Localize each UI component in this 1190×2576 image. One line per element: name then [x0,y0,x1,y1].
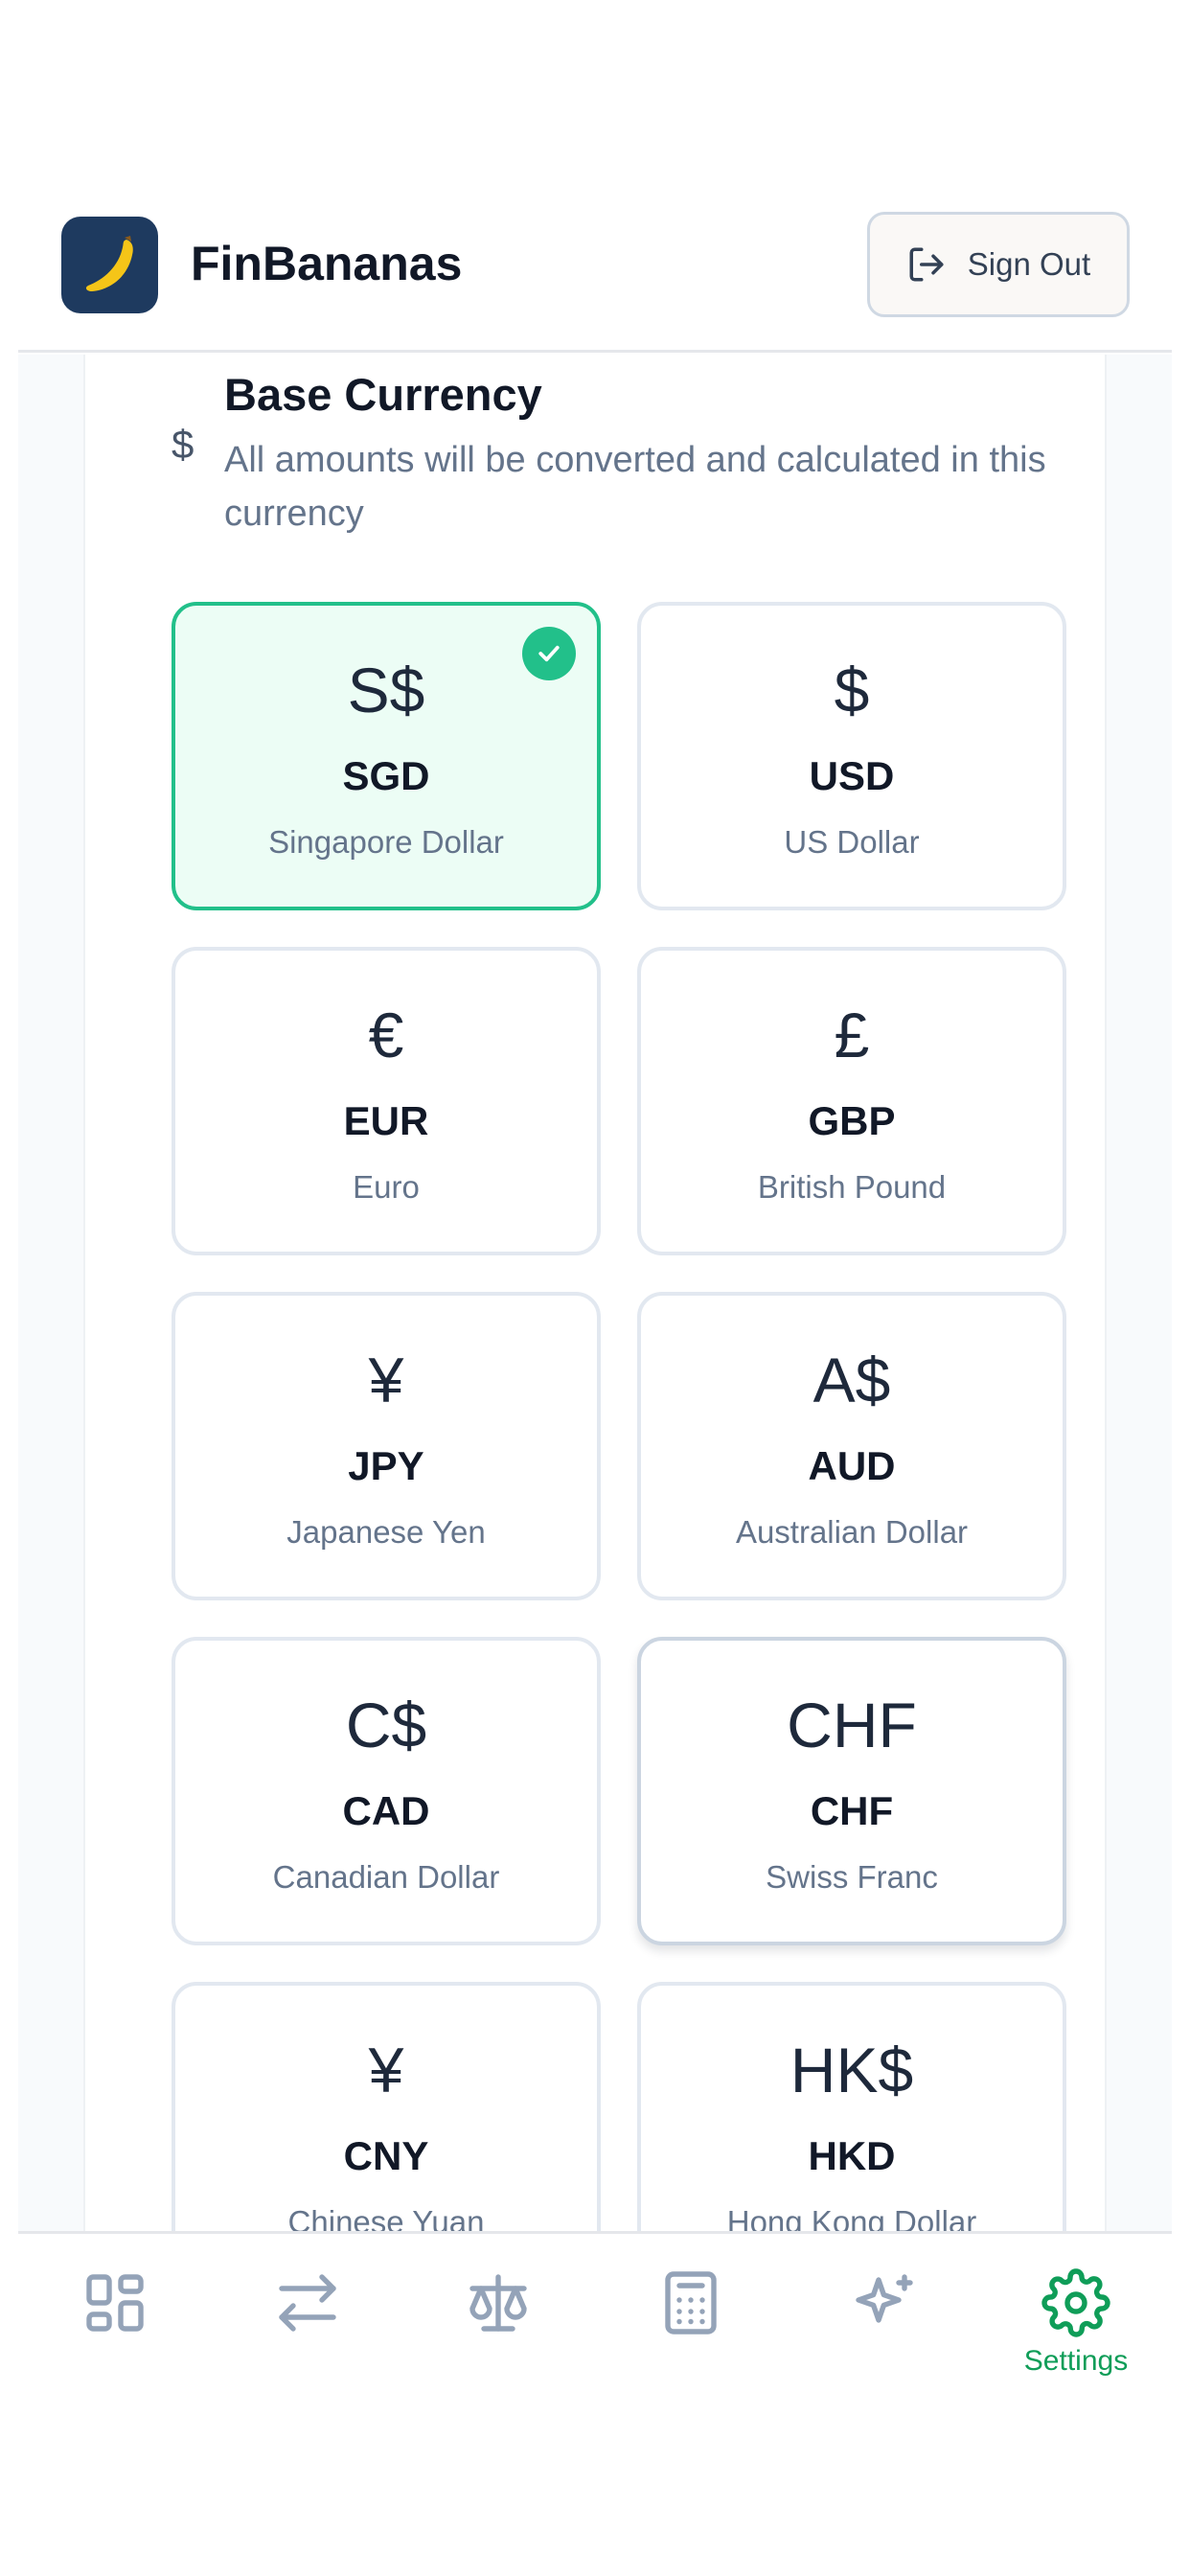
content-area[interactable]: $ Base Currency All amounts will be conv… [18,355,1172,2231]
currency-symbol: $ [834,655,870,725]
app-header: FinBananas Sign Out [18,178,1172,353]
currency-name: US Dollar [784,824,920,860]
bottom-nav: Settings [18,2231,1172,2576]
currency-option-gbp[interactable]: £ GBP British Pound [637,947,1066,1255]
settings-page: FinBananas Sign Out $ Base Currency All … [0,0,1190,2576]
currency-symbol: ¥ [368,2035,404,2105]
currency-symbol: HK$ [790,2035,914,2105]
sign-out-button[interactable]: Sign Out [867,212,1130,317]
currency-symbol: £ [834,1000,870,1070]
nav-item-transfers[interactable] [250,2268,365,2403]
currency-name: Australian Dollar [735,1514,969,1550]
currency-symbol: € [368,1000,404,1070]
currency-grid: S$ SGD Singapore Dollar $ USD US Dollar … [172,602,1066,2231]
sparkles-icon [856,2274,913,2323]
balance-scale-icon [469,2274,527,2332]
log-out-icon [909,247,944,282]
sign-out-label: Sign Out [967,246,1091,282]
currency-code: HKD [808,2133,896,2178]
currency-symbol: C$ [345,1690,427,1760]
nav-item-settings[interactable]: Settings [1018,2268,1133,2403]
currency-code: JPY [348,1443,424,1488]
currency-name: Hong Kong Dollar [726,2204,977,2231]
currency-name: Singapore Dollar [268,824,504,860]
currency-name: Chinese Yuan [287,2204,485,2231]
nav-item-dashboard[interactable] [57,2268,172,2403]
currency-code: CNY [343,2133,429,2178]
currency-option-cad[interactable]: C$ CAD Canadian Dollar [172,1637,601,1945]
calculator-icon [665,2271,717,2334]
currency-code: CHF [810,1788,894,1833]
currency-option-eur[interactable]: € EUR Euro [172,947,601,1255]
currency-option-sgd[interactable]: S$ SGD Singapore Dollar [172,602,601,910]
currency-code: EUR [343,1098,429,1143]
section-title: Base Currency [224,369,542,420]
currency-code: USD [809,753,895,798]
currency-option-usd[interactable]: $ USD US Dollar [637,602,1066,910]
base-currency-panel: $ Base Currency All amounts will be conv… [83,355,1107,2231]
currency-option-cny[interactable]: ¥ CNY Chinese Yuan [172,1982,601,2231]
transfer-icon [279,2274,336,2332]
currency-symbol: A$ [812,1345,891,1415]
nav-label-settings: Settings [1023,2345,1129,2377]
banana-icon [85,235,133,291]
currency-code: GBP [808,1098,896,1143]
currency-option-jpy[interactable]: ¥ JPY Japanese Yen [172,1292,601,1600]
currency-code: CAD [342,1788,430,1833]
currency-name: Swiss Franc [766,1859,938,1895]
currency-symbol: ¥ [368,1345,404,1415]
currency-name: British Pound [757,1169,947,1205]
currency-code: AUD [808,1443,896,1488]
section-description: All amounts will be converted and calcul… [224,440,1046,534]
currency-name: Canadian Dollar [272,1859,500,1895]
dashboard-icon [86,2274,144,2332]
currency-name: Euro [353,1169,420,1205]
currency-symbol: CHF [787,1690,917,1760]
nav-item-insights[interactable] [827,2268,942,2403]
nav-item-calculator[interactable] [633,2268,748,2403]
currency-option-chf[interactable]: CHF CHF Swiss Franc [637,1637,1066,1945]
app-title: FinBananas [191,237,463,290]
currency-name: Japanese Yen [286,1514,486,1550]
currency-symbol: S$ [347,655,425,725]
dollar-icon: $ [172,422,195,467]
currency-option-hkd[interactable]: HK$ HKD Hong Kong Dollar [637,1982,1066,2231]
app-logo [61,217,158,313]
nav-item-balance[interactable] [441,2268,556,2403]
currency-code: SGD [342,753,430,798]
currency-option-aud[interactable]: A$ AUD Australian Dollar [637,1292,1066,1600]
gear-icon [1041,2268,1110,2337]
